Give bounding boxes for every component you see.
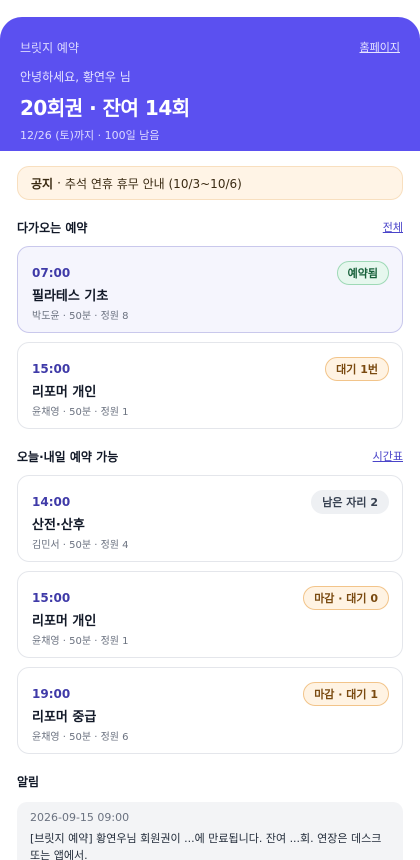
status-badge: 대기 1번 [325, 357, 389, 381]
status-badge: 마감 · 대기 1 [303, 682, 389, 706]
alarm-message: [브릿지 예약] 황연우님 회원권이 ...에 만료됩니다. 잔여 ...회. … [30, 832, 382, 860]
alarm-section: 알림 2026-09-15 09:00 [브릿지 예약] 황연우님 회원권이 .… [17, 773, 403, 860]
brand-name: 브릿지 예약 [20, 40, 80, 55]
pass-title: 20회권 · 잔여 14회 [20, 96, 190, 120]
class-time: 15:00 [32, 591, 71, 605]
class-meta: 윤채영 · 50분 · 정원 1 [32, 636, 129, 647]
available-card[interactable]: 15:00 리포머 개인 윤채영 · 50분 · 정원 1 마감 · 대기 0 [17, 571, 403, 658]
alarm-title: 알림 [17, 775, 40, 789]
class-name: 산전·산후 [32, 518, 85, 533]
upcoming-title: 다가오는 예약 [17, 220, 88, 235]
class-meta: 윤채영 · 50분 · 정원 6 [32, 732, 129, 743]
upcoming-card[interactable]: 07:00 필라테스 기초 박도윤 · 50분 · 정원 8 예약됨 [17, 246, 403, 333]
alarm-date: 2026-09-15 09:00 [30, 811, 130, 824]
class-meta: 박도윤 · 50분 · 정원 8 [32, 311, 129, 322]
alarm-item[interactable]: 2026-09-15 09:00 [브릿지 예약] 황연우님 회원권이 ...에… [17, 802, 403, 860]
status-badge: 남은 자리 2 [311, 490, 389, 514]
class-time: 15:00 [32, 362, 71, 376]
class-name: 필라테스 기초 [32, 289, 109, 304]
notice-text: 추석 연휴 휴무 안내 (10/3~10/6) [64, 176, 242, 191]
class-time: 14:00 [32, 495, 71, 509]
available-section-header: 오늘·내일 예약 가능 시간표 [17, 446, 403, 466]
upcoming-card[interactable]: 15:00 리포머 개인 윤채영 · 50분 · 정원 1 대기 1번 [17, 342, 403, 429]
class-meta: 윤채영 · 50분 · 정원 1 [32, 407, 129, 418]
header-top-bar: 브릿지 예약 홈페이지 [20, 37, 400, 57]
status-badge: 마감 · 대기 0 [303, 586, 389, 610]
homepage-link[interactable]: 홈페이지 [360, 39, 400, 55]
pass-expiry: 12/26 (토)까지 · 100일 남음 [20, 129, 160, 142]
class-name: 리포머 중급 [32, 710, 97, 725]
notice-label: 공지 [31, 176, 54, 191]
available-title: 오늘·내일 예약 가능 [17, 449, 119, 464]
timetable-link[interactable]: 시간표 [373, 448, 403, 464]
class-name: 리포머 개인 [32, 385, 97, 400]
status-badge: 예약됨 [336, 261, 389, 285]
notice-separator: · [57, 176, 61, 190]
class-time: 07:00 [32, 266, 71, 280]
class-name: 리포머 개인 [32, 614, 97, 629]
main-content: 공지 · 추석 연휴 휴무 안내 (10/3~10/6) 다가오는 예약 전체 … [0, 151, 420, 860]
notice-banner[interactable]: 공지 · 추석 연휴 휴무 안내 (10/3~10/6) [17, 166, 403, 200]
class-meta: 김민서 · 50분 · 정원 4 [32, 540, 129, 551]
upcoming-section-header: 다가오는 예약 전체 [17, 217, 403, 237]
class-time: 19:00 [32, 687, 71, 701]
greeting-text: 안녕하세요, 황연우 님 [20, 70, 131, 84]
upcoming-all-link[interactable]: 전체 [383, 219, 403, 235]
available-card[interactable]: 14:00 산전·산후 김민서 · 50분 · 정원 4 남은 자리 2 [17, 475, 403, 562]
app-header: 브릿지 예약 홈페이지 안녕하세요, 황연우 님 20회권 · 잔여 14회 1… [0, 17, 420, 151]
available-card[interactable]: 19:00 리포머 중급 윤채영 · 50분 · 정원 6 마감 · 대기 1 [17, 667, 403, 754]
